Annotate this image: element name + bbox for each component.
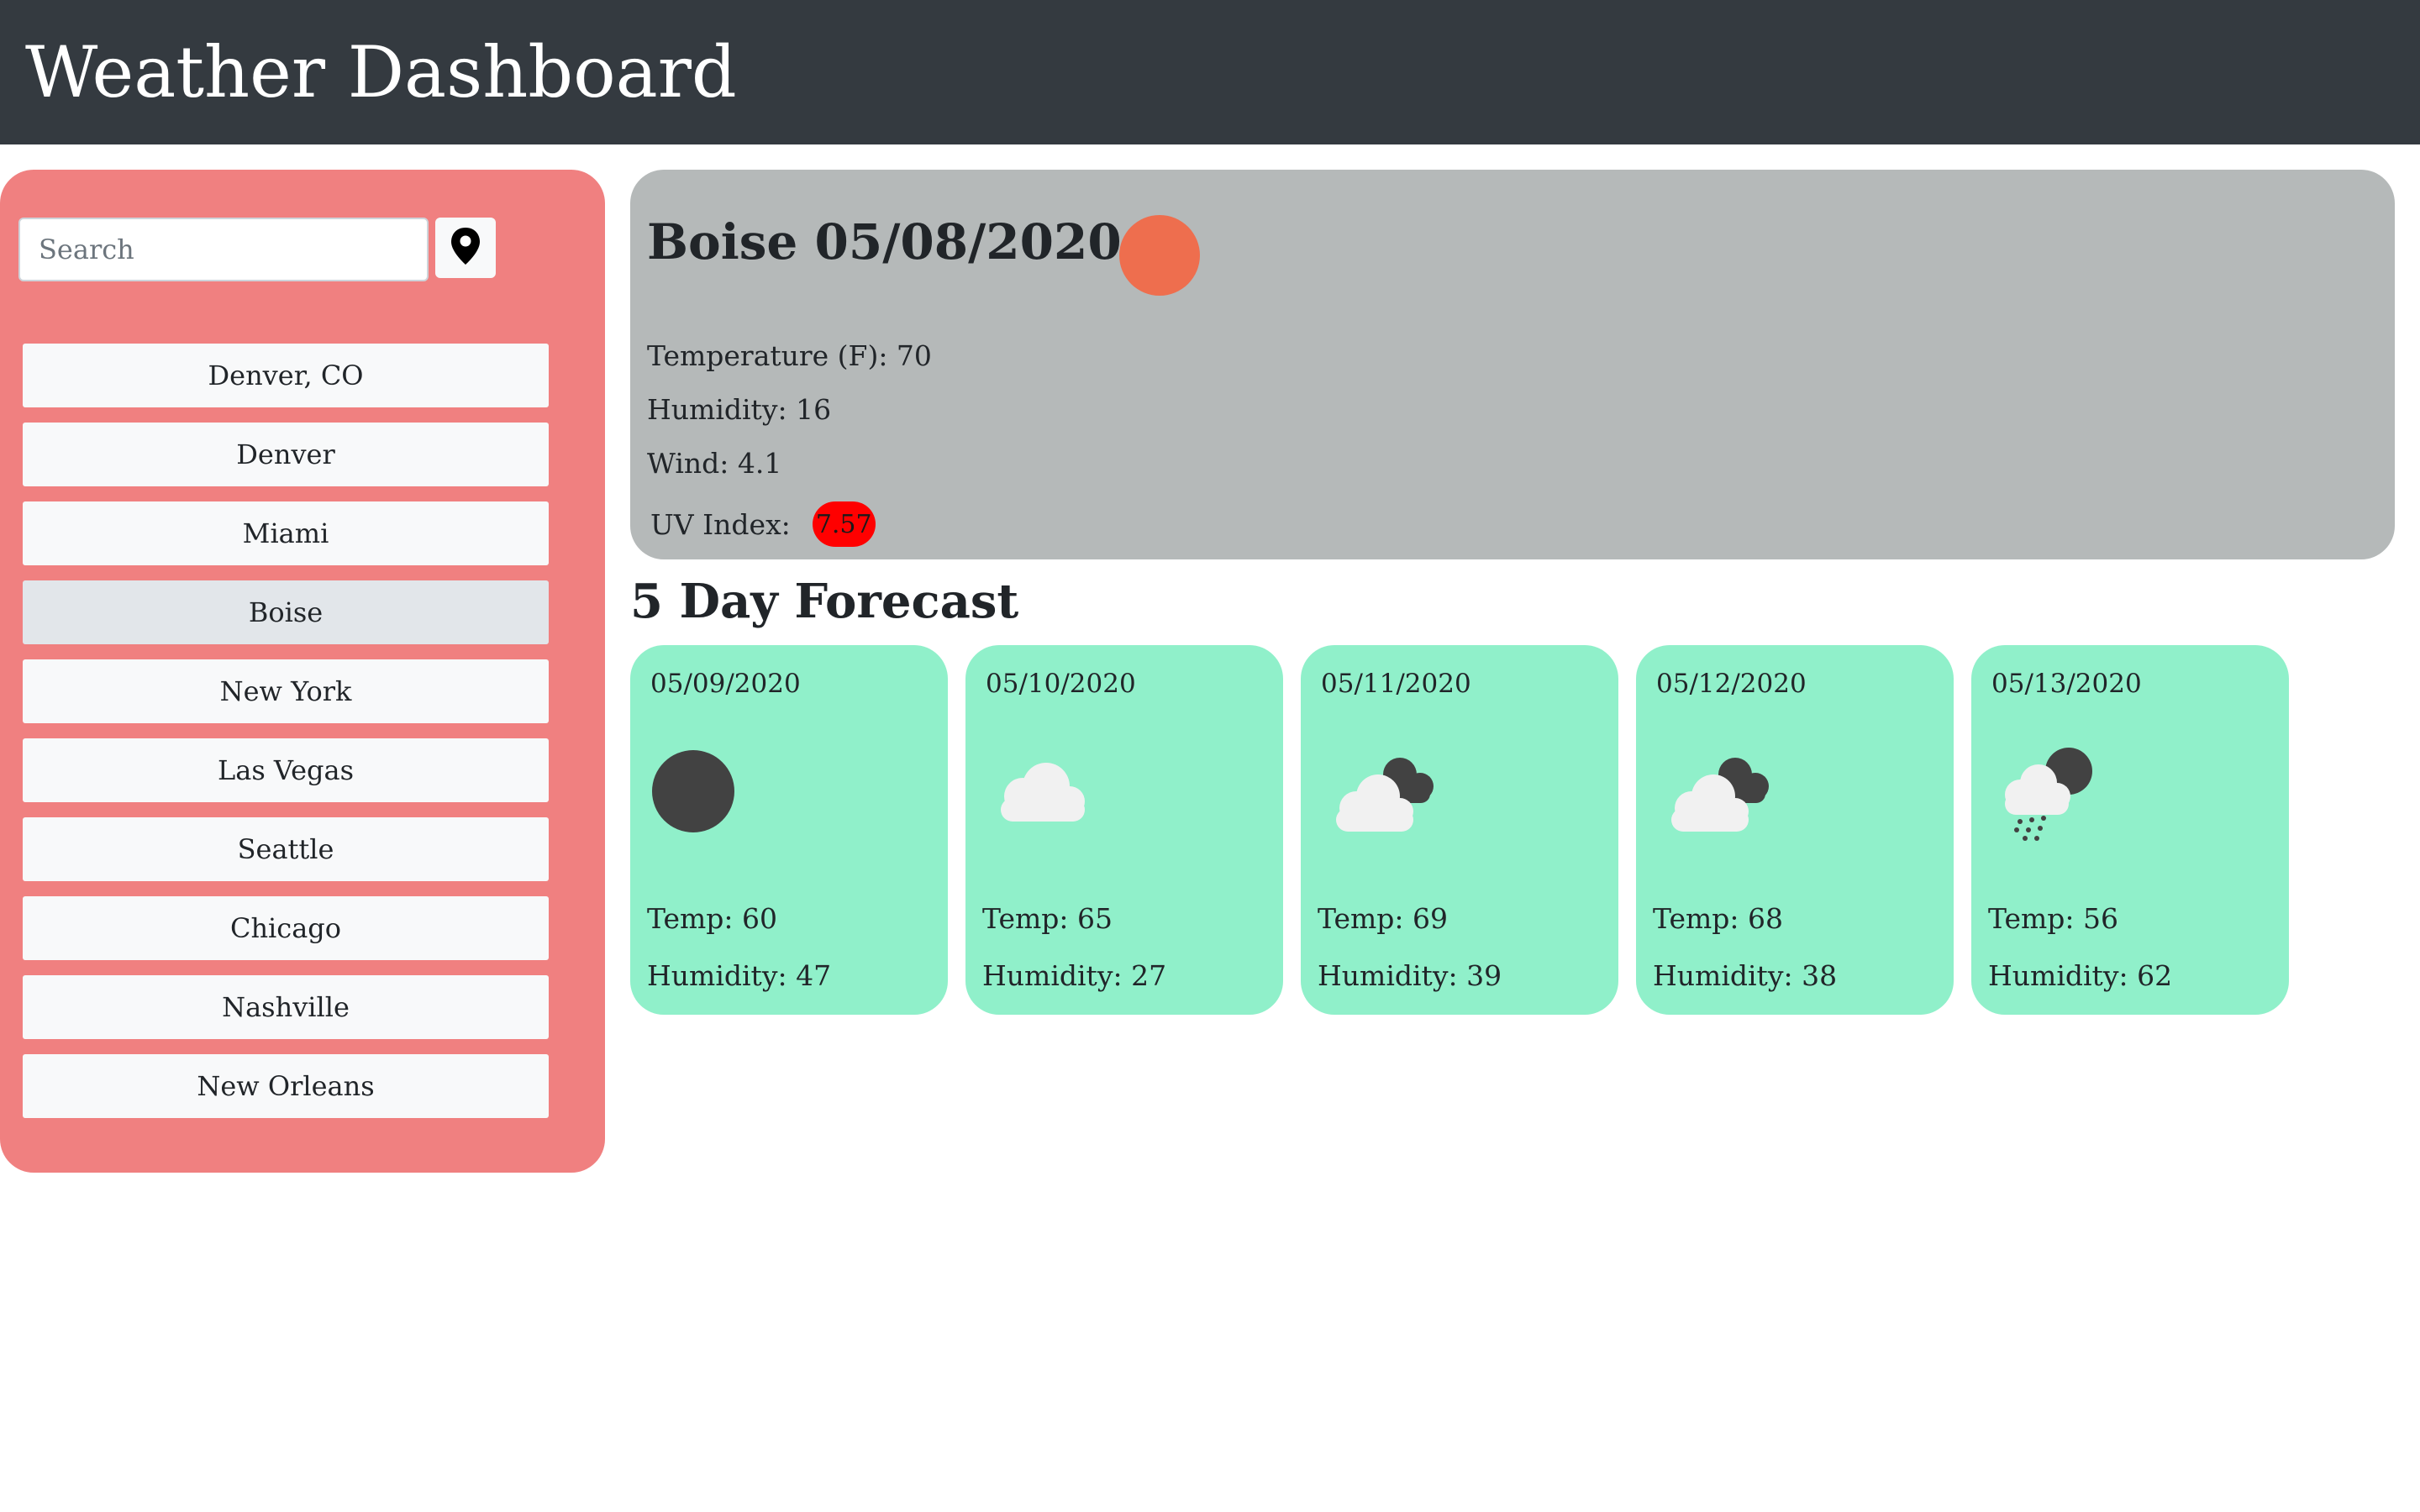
current-weather-panel: Boise 05/08/2020 Temperature (F): 70 Hum…	[630, 170, 2395, 559]
forecast-date: 05/13/2020	[1991, 669, 2142, 699]
city-item[interactable]: Denver, CO	[23, 344, 549, 407]
forecast-humidity: Humidity: 62	[1988, 959, 2173, 992]
forecast-humidity: Humidity: 38	[1653, 959, 1838, 992]
forecast-date: 05/11/2020	[1321, 669, 1471, 699]
uv-index-label: UV Index:	[650, 507, 791, 541]
city-item[interactable]: Nashville	[23, 975, 549, 1039]
forecast-temp: Temp: 68	[1653, 902, 1783, 935]
forecast-temp: Temp: 69	[1318, 902, 1448, 935]
forecast-card: 05/10/2020 Temp: 65 Humidity: 27	[965, 645, 1283, 1015]
city-item-active[interactable]: Boise	[23, 580, 549, 644]
locate-button[interactable]	[435, 218, 496, 278]
forecast-heading: 5 Day Forecast	[630, 574, 1019, 629]
cloud-icon	[982, 738, 1100, 842]
forecast-card: 05/11/2020 Temp: 69 Humidity: 39	[1301, 645, 1618, 1015]
sun-icon	[1118, 213, 1202, 301]
city-item[interactable]: Miami	[23, 501, 549, 565]
forecast-card: 05/12/2020 Temp: 68 Humidity: 38	[1636, 645, 1954, 1015]
sidebar: Denver, CO Denver Miami Boise New York L…	[0, 170, 605, 1173]
forecast-card: 05/13/2020 Temp: 56 Humidity: 62	[1971, 645, 2289, 1015]
forecast-humidity: Humidity: 27	[982, 959, 1167, 992]
city-item[interactable]: New York	[23, 659, 549, 723]
city-item[interactable]: New Orleans	[23, 1054, 549, 1118]
forecast-humidity: Humidity: 39	[1318, 959, 1502, 992]
search-input[interactable]	[18, 218, 429, 281]
map-pin-icon	[449, 226, 482, 270]
rain-night-icon	[1988, 738, 2106, 850]
forecast-temp: Temp: 56	[1988, 902, 2118, 935]
forecast-temp: Temp: 60	[647, 902, 777, 935]
forecast-date: 05/10/2020	[986, 669, 1136, 699]
uv-index-badge: 7.57	[812, 501, 876, 547]
forecast-card: 05/09/2020 Temp: 60 Humidity: 47	[630, 645, 948, 1015]
app-header: Weather Dashboard	[0, 0, 2420, 144]
city-item[interactable]: Seattle	[23, 817, 549, 881]
forecast-date: 05/12/2020	[1656, 669, 1807, 699]
broken-clouds-icon	[1318, 738, 1444, 842]
current-temperature: Temperature (F): 70	[647, 339, 932, 372]
current-city-title: Boise 05/08/2020	[647, 213, 1122, 270]
uv-index-row: UV Index: 7.57	[650, 501, 876, 548]
forecast-date: 05/09/2020	[650, 669, 801, 699]
clear-night-icon	[647, 738, 748, 842]
broken-clouds-icon	[1653, 738, 1779, 842]
city-item[interactable]: Denver	[23, 423, 549, 486]
current-humidity: Humidity: 16	[647, 393, 832, 426]
city-item[interactable]: Chicago	[23, 896, 549, 960]
city-item[interactable]: Las Vegas	[23, 738, 549, 802]
forecast-humidity: Humidity: 47	[647, 959, 832, 992]
recent-city-list: Denver, CO Denver Miami Boise New York L…	[23, 344, 549, 1133]
forecast-temp: Temp: 65	[982, 902, 1113, 935]
current-wind: Wind: 4.1	[647, 447, 782, 480]
app-title: Weather Dashboard	[25, 31, 737, 113]
